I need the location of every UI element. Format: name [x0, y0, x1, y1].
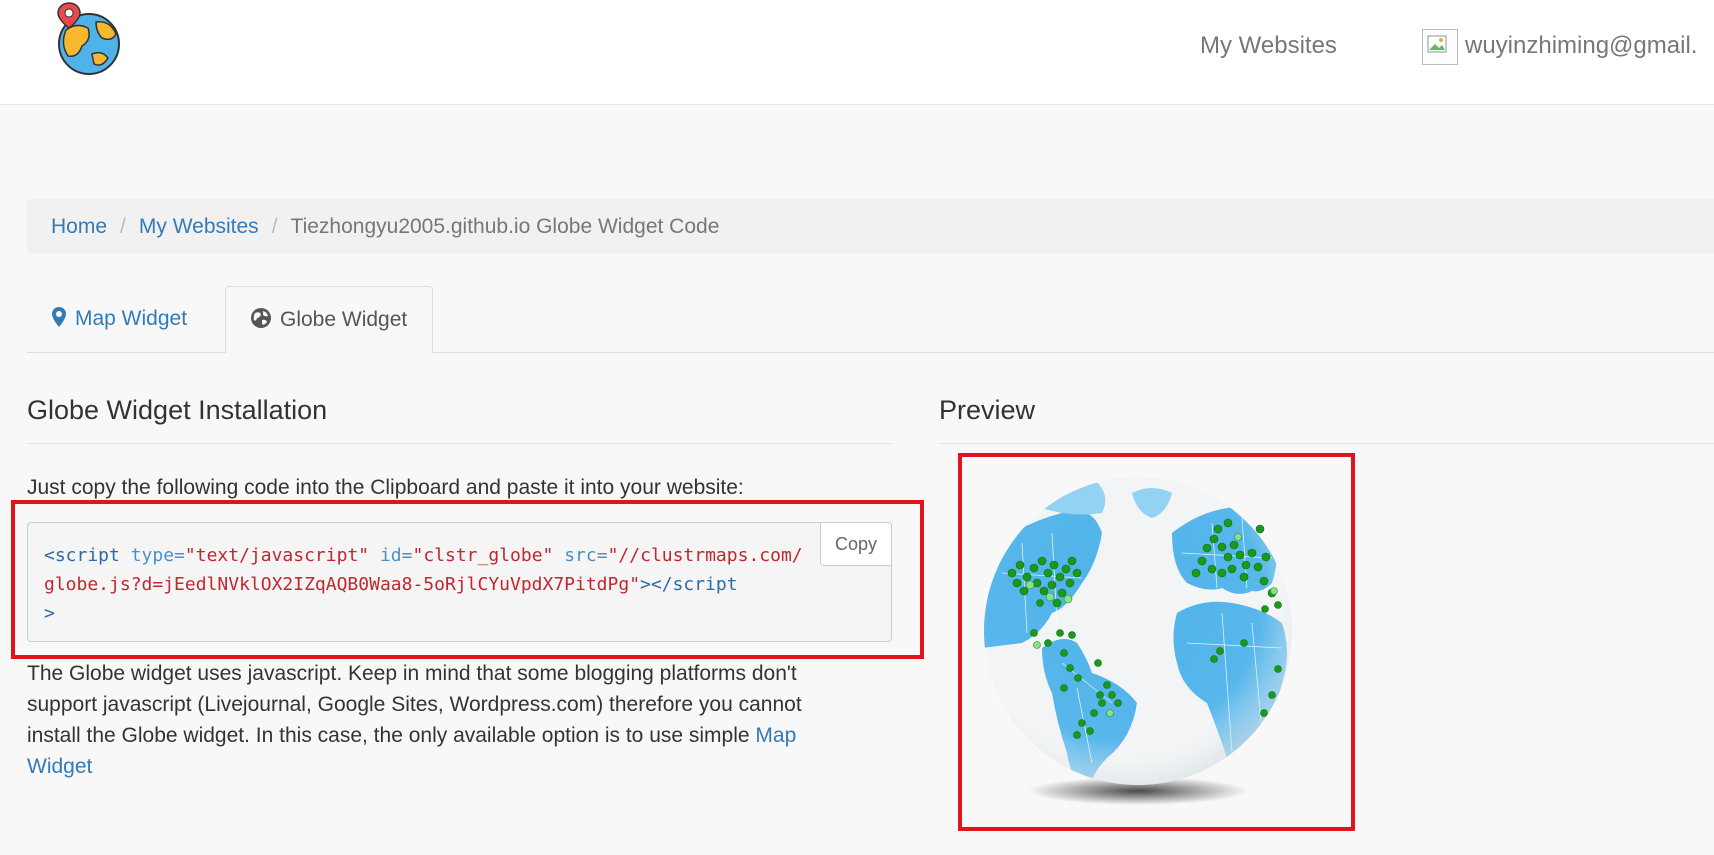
install-instructions: Just copy the following code into the Cl… [27, 476, 744, 499]
breadcrumb-separator: / [271, 215, 278, 238]
code-attr: id= [369, 545, 413, 566]
tab-globe-widget[interactable]: Globe Widget [225, 286, 433, 353]
code-tag: > [44, 603, 55, 624]
tab-globe-widget-label: Globe Widget [280, 308, 408, 331]
globe-icon [251, 308, 271, 329]
tab-map-widget[interactable]: Map Widget [27, 286, 211, 352]
avatar[interactable] [1422, 29, 1458, 65]
code-value: "clstr_globe" [412, 545, 554, 566]
breadcrumb-separator: / [120, 215, 126, 238]
preview-heading: Preview [939, 395, 1036, 425]
divider [27, 443, 892, 444]
broken-image-icon [1427, 35, 1447, 53]
widget-script-code[interactable]: <script type="text/javascript" id="clstr… [44, 541, 804, 628]
nav-my-websites-link[interactable]: My Websites [1200, 30, 1337, 62]
copy-button[interactable]: Copy [820, 522, 892, 566]
installation-heading: Globe Widget Installation [27, 395, 328, 425]
divider [939, 443, 1714, 444]
globe-pin-logo[interactable] [52, 0, 126, 80]
widget-tabs: Map Widget Globe Widget [27, 286, 1714, 353]
map-marker-icon [52, 307, 66, 328]
code-value: "text/javascript" [184, 545, 370, 566]
tab-map-widget-label: Map Widget [75, 307, 188, 330]
code-tag: <script [44, 545, 120, 566]
code-attr: src= [553, 545, 608, 566]
preview-highlight-box [958, 453, 1355, 831]
user-email[interactable]: wuyinzhiming@gmail. [1465, 30, 1697, 62]
breadcrumb-my-websites[interactable]: My Websites [139, 215, 259, 238]
top-navbar: My Websites wuyinzhiming@gmail. [0, 0, 1714, 105]
breadcrumb-current: Tiezhongyu2005.github.io Globe Widget Co… [290, 215, 720, 238]
code-attr: type= [119, 545, 185, 566]
visitor-globe-image [984, 477, 1292, 805]
breadcrumb: Home / My Websites / Tiezhongyu2005.github.i… [27, 199, 1714, 254]
code-tag: ></script [640, 574, 738, 595]
globe-widget-description: The Globe widget uses javascript. Keep i… [27, 658, 857, 782]
code-block[interactable]: <script type="text/javascript" id="clstr… [27, 522, 892, 642]
description-text: The Globe widget uses javascript. Keep i… [27, 662, 802, 747]
breadcrumb-home[interactable]: Home [51, 215, 107, 238]
